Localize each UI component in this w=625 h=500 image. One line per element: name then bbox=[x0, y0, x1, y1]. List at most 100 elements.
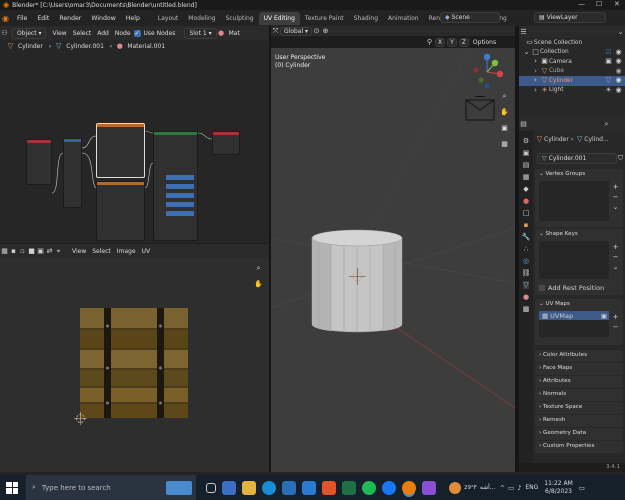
pan-hand-icon[interactable]: ✋ bbox=[254, 280, 263, 289]
volume-icon[interactable]: ♪ bbox=[517, 484, 521, 492]
color-ramp-node[interactable] bbox=[96, 181, 145, 241]
material-output-node[interactable] bbox=[212, 131, 240, 155]
color-attributes-panel[interactable]: › Color Attributes bbox=[535, 350, 623, 362]
constraints-tab-icon[interactable]: ⛓ bbox=[522, 269, 531, 277]
tab-sculpting[interactable]: Sculpting bbox=[221, 12, 259, 25]
output-tab-icon[interactable]: ▤ bbox=[523, 161, 530, 169]
transform-orientation-icon[interactable]: ⤧ bbox=[271, 27, 280, 36]
menu-image[interactable]: Image bbox=[114, 248, 139, 255]
texture-space-panel[interactable]: › Texture Space bbox=[535, 402, 623, 414]
tab-modeling[interactable]: Modeling bbox=[183, 12, 220, 25]
filter-icon[interactable]: ⌄ bbox=[616, 28, 625, 37]
edge-select-icon[interactable]: ▫ bbox=[18, 247, 27, 256]
vertex-groups-list[interactable] bbox=[539, 181, 609, 221]
camera-object[interactable] bbox=[463, 96, 497, 124]
notifications-icon[interactable]: ▭ bbox=[579, 484, 585, 492]
task-view-icon[interactable] bbox=[206, 482, 216, 493]
modifier-tab-icon[interactable]: 🔧 bbox=[522, 233, 531, 241]
remove-icon[interactable]: − bbox=[611, 323, 620, 332]
sticky-select-icon[interactable]: ⌖ bbox=[54, 247, 63, 256]
remove-icon[interactable]: − bbox=[611, 253, 620, 262]
clock[interactable]: 11:22 AM 6/8/2023 bbox=[544, 480, 572, 496]
zoom-icon[interactable]: ⌕ bbox=[254, 264, 263, 273]
editor-type-icon[interactable]: ▦ bbox=[0, 247, 9, 256]
axis-x-toggle[interactable]: X bbox=[435, 37, 446, 47]
camera-view-icon[interactable]: ▣ bbox=[500, 124, 509, 133]
minimize-button[interactable]: — bbox=[578, 0, 585, 8]
outliner-row-collection[interactable]: ⌄ □ Collection ☑ ◉ bbox=[519, 48, 625, 58]
facebook-icon[interactable] bbox=[382, 480, 396, 495]
options-dropdown[interactable]: Options bbox=[470, 39, 499, 46]
world-tab-icon[interactable]: ● bbox=[523, 197, 529, 205]
chevron-right-icon[interactable]: › bbox=[531, 67, 540, 76]
properties-type-icon[interactable]: ▤ bbox=[519, 120, 528, 129]
menu-help[interactable]: Help bbox=[121, 15, 145, 22]
axis-y-toggle[interactable]: Y bbox=[447, 37, 457, 47]
menu-uv[interactable]: UV bbox=[139, 248, 154, 255]
windows-start-icon[interactable] bbox=[6, 481, 18, 494]
file-explorer-icon[interactable] bbox=[242, 480, 256, 495]
zoom-icon[interactable]: ⌕ bbox=[500, 92, 509, 101]
tab-layout[interactable]: Layout bbox=[153, 12, 183, 25]
widgets-icon[interactable] bbox=[222, 480, 236, 495]
slot-dropdown[interactable]: Slot 1 ▾ bbox=[184, 27, 217, 39]
chevron-right-icon[interactable]: › bbox=[531, 86, 540, 95]
pan-hand-icon[interactable]: ✋ bbox=[500, 108, 509, 117]
fake-user-icon[interactable]: ⛉ bbox=[616, 154, 625, 163]
geometry-data-panel[interactable]: › Geometry Data bbox=[535, 428, 623, 440]
texture-tab-icon[interactable]: ▩ bbox=[523, 305, 530, 313]
sync-icon[interactable]: ⇄ bbox=[45, 247, 54, 256]
attributes-panel[interactable]: › Attributes bbox=[535, 376, 623, 388]
island-select-icon[interactable]: ▣ bbox=[36, 247, 45, 256]
shape-keys-list[interactable] bbox=[539, 241, 609, 279]
search-icon[interactable]: ⌕ bbox=[602, 120, 611, 129]
outliner-row-camera[interactable]: › ▣ Camera ▣ ◉ bbox=[519, 57, 625, 67]
excel-icon[interactable] bbox=[342, 480, 356, 495]
exclude-checkbox-icon[interactable]: ☑ bbox=[604, 48, 613, 57]
vertex-select-icon[interactable]: ▪ bbox=[9, 247, 18, 256]
outliner-row-scene-collection[interactable]: ▭ Scene Collection bbox=[519, 38, 625, 48]
mirror-icon[interactable]: ⚲ bbox=[425, 38, 434, 47]
chevron-right-icon[interactable]: › bbox=[531, 76, 540, 85]
face-maps-panel[interactable]: › Face Maps bbox=[535, 363, 623, 375]
eye-icon[interactable]: ◉ bbox=[614, 48, 623, 57]
add-icon[interactable]: + bbox=[611, 313, 620, 322]
breadcrumb-object[interactable]: Cylinder bbox=[15, 43, 46, 50]
maximize-button[interactable]: ☐ bbox=[596, 0, 602, 8]
menu-node[interactable]: Node bbox=[112, 30, 134, 37]
add-rest-position-checkbox[interactable] bbox=[539, 285, 545, 291]
uv-maps-header[interactable]: ⌄ UV Maps bbox=[535, 299, 623, 309]
view-layer-tab-icon[interactable]: ▦ bbox=[523, 173, 530, 181]
outliner-row-cylinder[interactable]: › ▽ Cylinder ▽ ◉ bbox=[519, 76, 625, 86]
vertex-groups-header[interactable]: ⌄ Vertex Groups bbox=[535, 169, 623, 179]
custom-properties-panel[interactable]: › Custom Properties bbox=[535, 441, 623, 453]
3d-cursor-icon[interactable] bbox=[349, 268, 366, 285]
remove-icon[interactable]: − bbox=[611, 193, 620, 202]
scene-selector[interactable]: ◆ Scene bbox=[440, 12, 500, 23]
add-icon[interactable]: + bbox=[611, 183, 620, 192]
chevron-down-icon[interactable]: ⌄ bbox=[611, 263, 620, 272]
menu-select[interactable]: Select bbox=[89, 248, 114, 255]
brave-icon[interactable] bbox=[322, 480, 336, 495]
weather-temp[interactable]: 29°F bbox=[464, 485, 477, 491]
image-texture-node[interactable] bbox=[96, 123, 145, 178]
outliner-row-light[interactable]: › ☀ Light ☀ ◉ bbox=[519, 86, 625, 96]
network-icon[interactable]: ▭ bbox=[508, 484, 514, 492]
chevron-down-icon[interactable]: ⌄ bbox=[611, 203, 620, 212]
menu-render[interactable]: Render bbox=[54, 15, 86, 22]
language-indicator[interactable]: ENG bbox=[525, 484, 538, 491]
object-tab-icon[interactable]: ▪ bbox=[524, 221, 529, 229]
normals-panel[interactable]: › Normals bbox=[535, 389, 623, 401]
use-nodes-checkbox[interactable]: ✓ bbox=[133, 29, 141, 37]
eye-icon[interactable]: ◉ bbox=[614, 76, 623, 85]
mesh-name-field[interactable]: ▽ Cylinder.001 bbox=[537, 153, 617, 164]
chevron-up-icon[interactable]: ^ bbox=[500, 484, 505, 492]
view-layer-selector[interactable]: ▤ ViewLayer bbox=[534, 12, 606, 23]
tab-texture-paint[interactable]: Texture Paint bbox=[300, 12, 349, 25]
mapping-node[interactable] bbox=[63, 138, 82, 208]
2d-cursor-icon[interactable] bbox=[74, 412, 87, 425]
particles-tab-icon[interactable]: ∴ bbox=[524, 245, 528, 253]
spotify-icon[interactable] bbox=[362, 480, 376, 495]
store-icon[interactable] bbox=[282, 480, 296, 495]
scene-tab-icon[interactable]: ◆ bbox=[523, 185, 528, 193]
